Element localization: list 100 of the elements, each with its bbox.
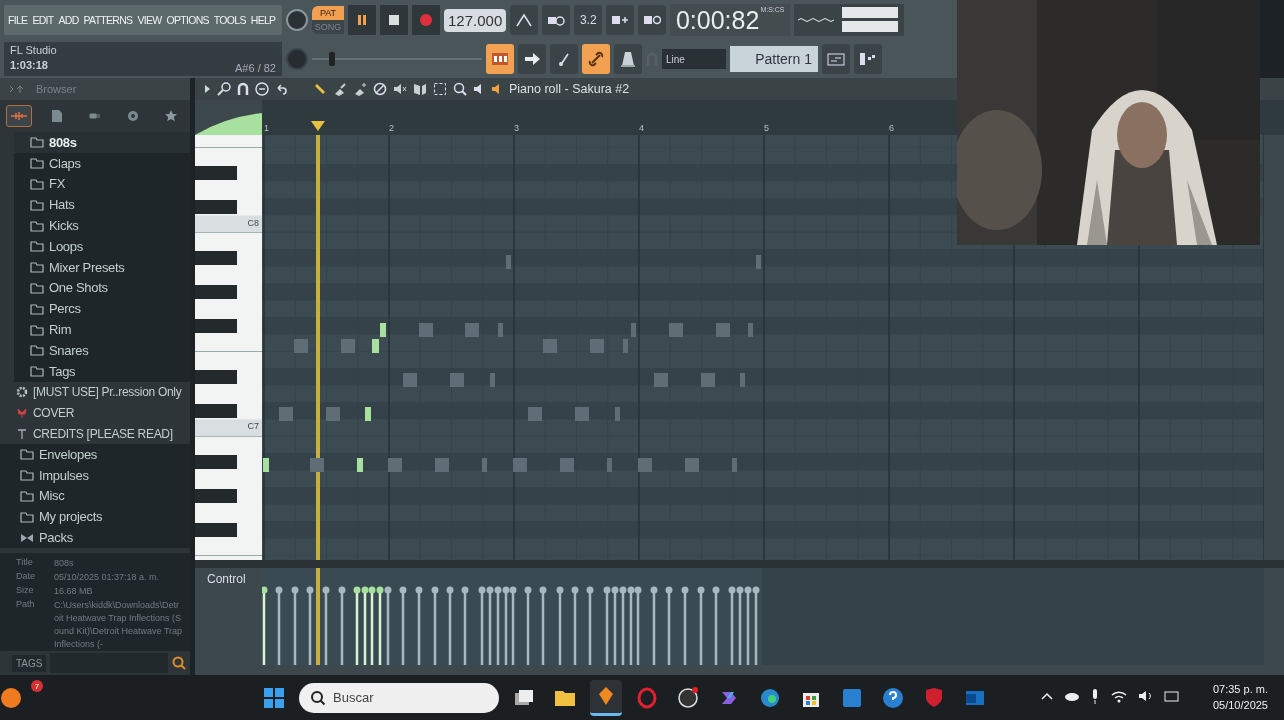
loop-record-button[interactable] [638, 5, 667, 35]
velocity-bar[interactable] [603, 586, 611, 665]
velocity-bar[interactable] [634, 586, 642, 665]
menu-item[interactable]: HELP [250, 14, 276, 26]
menu-item[interactable]: TOOLS [213, 14, 246, 26]
browser-item[interactable]: Tags [14, 360, 190, 382]
velocity-bar[interactable] [262, 586, 268, 665]
piano-roll-title: Piano roll - Sakura #2 [509, 82, 630, 96]
menu-item[interactable]: PATTERNS [83, 14, 133, 26]
pattern-selector[interactable]: Pattern 1 [730, 46, 818, 72]
velocity-bar[interactable] [353, 586, 361, 665]
browser-item[interactable]: One Shots [14, 277, 190, 299]
browser-item[interactable]: Snares [14, 339, 190, 361]
overdub-button[interactable] [606, 5, 635, 35]
play-icon [205, 84, 211, 94]
velocity-bar[interactable] [431, 586, 439, 665]
velocity-bar[interactable] [524, 586, 532, 665]
control-label[interactable]: Control [195, 568, 262, 673]
velocity-bar[interactable] [291, 586, 299, 665]
velocity-bar[interactable] [494, 586, 502, 665]
velocity-bar[interactable] [478, 586, 486, 665]
playhead-marker-icon[interactable] [311, 121, 325, 131]
velocity-bar[interactable] [665, 586, 673, 665]
menu-item[interactable]: VIEW [137, 14, 162, 26]
velocity-bar[interactable] [376, 586, 384, 665]
toolbar-button[interactable] [614, 44, 642, 74]
velocity-bar[interactable] [502, 586, 510, 665]
velocity-bar[interactable] [586, 586, 594, 665]
browser-item[interactable]: 808s [14, 132, 190, 153]
taskbar-app[interactable] [590, 679, 622, 716]
wait-button[interactable] [542, 5, 571, 35]
browser-item[interactable]: Kicks [14, 215, 190, 236]
velocity-bar[interactable] [619, 586, 627, 665]
slider-thumb[interactable] [329, 52, 336, 66]
toolbar-button[interactable] [550, 44, 578, 74]
browser-item[interactable]: Misc [0, 485, 190, 507]
velocity-bar[interactable] [509, 586, 517, 665]
velocity-bar[interactable] [384, 586, 392, 665]
velocity-bar[interactable] [539, 586, 547, 665]
browser-item[interactable]: Loops [14, 236, 190, 257]
piano-keyboard[interactable] [195, 135, 262, 560]
menu-item[interactable]: FILE [8, 14, 28, 26]
velocity-bar[interactable] [461, 586, 469, 665]
browser-item[interactable]: Rim [14, 319, 190, 340]
velocity-bar[interactable] [712, 586, 720, 665]
toolbar-button[interactable] [518, 44, 546, 74]
channel-rack-button[interactable] [854, 44, 882, 74]
volume-knob[interactable] [286, 9, 308, 31]
browser-item[interactable]: Hats [14, 194, 190, 216]
snap-dropdown[interactable]: Line [662, 49, 726, 69]
browser-item[interactable]: Claps [14, 152, 190, 174]
metronome-button[interactable] [510, 5, 539, 35]
velocity-bar[interactable] [627, 586, 635, 665]
velocity-bar[interactable] [611, 586, 619, 665]
browser-tab[interactable] [6, 105, 32, 127]
bar-number: 2 [389, 123, 394, 133]
velocity-bar[interactable] [306, 586, 314, 665]
velocity-bar[interactable] [697, 586, 705, 665]
velocity-bar[interactable] [556, 586, 564, 665]
star-icon [165, 110, 177, 122]
browser-item[interactable]: Impulses [0, 464, 190, 486]
velocity-bar[interactable] [399, 586, 407, 665]
velocity-bar[interactable] [728, 586, 736, 665]
countdown-button[interactable]: 3.2 [574, 5, 603, 35]
hint-time: 1:03:18 [10, 59, 49, 73]
velocity-bar[interactable] [681, 586, 689, 665]
velocity-bar[interactable] [361, 586, 369, 665]
velocity-bar[interactable] [571, 586, 579, 665]
browser-item[interactable]: Envelopes [0, 443, 190, 465]
toolbar-button[interactable] [582, 44, 610, 74]
browser-item[interactable]: My projects [0, 506, 190, 528]
velocity-bar[interactable] [650, 586, 658, 665]
velocity-bar[interactable] [446, 586, 454, 665]
velocity-bar[interactable] [338, 586, 346, 665]
velocity-bar[interactable] [486, 586, 494, 665]
velocity-bar[interactable] [322, 586, 330, 665]
browser-item[interactable]: FX [14, 173, 190, 195]
browser-item[interactable]: Percs [14, 298, 190, 320]
velocity-bar[interactable] [368, 586, 376, 665]
browser-item[interactable]: Packs [0, 527, 190, 548]
menu-item[interactable]: EDIT [32, 14, 54, 26]
velocity-bar[interactable] [752, 586, 760, 665]
velocity-bar[interactable] [415, 586, 423, 665]
velocity-bar[interactable] [744, 586, 752, 665]
mode-toggle[interactable]: PAT [312, 6, 344, 20]
velocity-bar[interactable] [275, 586, 283, 665]
pause-button[interactable] [348, 5, 376, 35]
search-field[interactable]: Buscar [299, 682, 499, 713]
folder-icon [30, 323, 44, 336]
playlist-button[interactable] [822, 44, 850, 74]
info-value: C:\Users\kiddk\Downloads\Detroit Heatwave Trap Inflections (Sound Kit)\Detroit Heatwave Trap Inflections (- [54, 599, 184, 651]
tempo-display[interactable]: 127.000 [444, 8, 507, 32]
toolbar-button[interactable] [486, 44, 514, 74]
menu-item[interactable]: ADD [58, 14, 79, 26]
brush-icon [333, 82, 347, 96]
info-value: 808s [54, 557, 75, 570]
menu-item[interactable]: OPTIONS [166, 14, 209, 26]
browser-item[interactable]: Mixer Presets [14, 256, 190, 278]
velocity-bar[interactable] [736, 586, 744, 665]
stop-button[interactable] [380, 5, 408, 35]
